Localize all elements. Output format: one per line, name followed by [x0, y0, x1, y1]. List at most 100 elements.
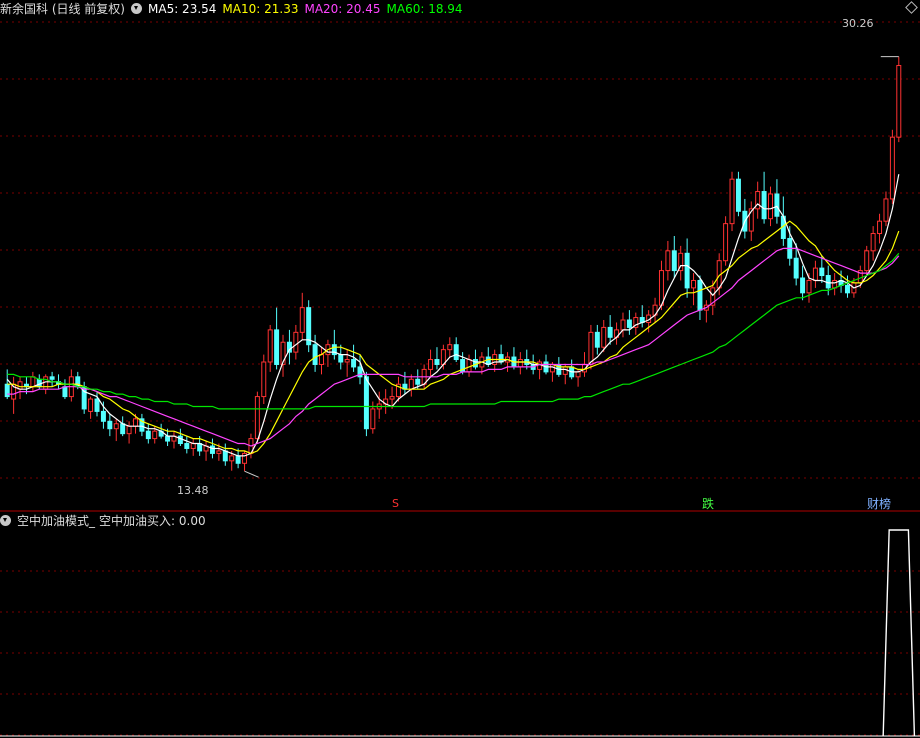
candle-body — [165, 435, 171, 442]
candle-body — [344, 359, 350, 363]
low-marker-line — [244, 470, 259, 478]
candle-body — [472, 359, 478, 368]
candle-body — [62, 386, 68, 398]
candle-body — [94, 398, 100, 412]
candle-body — [723, 223, 729, 262]
candle-body — [774, 193, 780, 217]
tag-caibang[interactable]: 财榜 — [867, 495, 891, 512]
candle-body — [453, 344, 459, 361]
candle-body — [190, 443, 196, 449]
candle-body — [768, 193, 773, 220]
ma-line-ma60 — [7, 252, 900, 410]
candle-body — [306, 307, 312, 346]
candle-body — [665, 250, 671, 272]
candle-body — [517, 359, 523, 368]
ma60-legend: MA60: 18.94 — [386, 2, 463, 16]
candle-body — [209, 445, 215, 454]
candle-body — [229, 455, 235, 462]
indicator-name[interactable]: 空中加油模式_ — [17, 514, 95, 528]
candle-body — [697, 279, 703, 311]
candle-body — [43, 376, 49, 390]
indicator-header: 空中加油模式_ 空中加油买入: 0.00 — [0, 512, 212, 530]
candle-body — [806, 279, 812, 294]
indicator-value: 空中加油买入: 0.00 — [99, 514, 206, 528]
candle-body — [870, 233, 876, 252]
candle-body — [36, 378, 42, 388]
candle-body — [408, 378, 414, 390]
candle-body — [222, 450, 228, 462]
candle-body — [299, 307, 305, 333]
candle-body — [889, 136, 895, 200]
candle-body — [415, 378, 421, 385]
candle-body — [267, 329, 273, 363]
indicator-dropdown-icon[interactable] — [0, 515, 11, 526]
candle-body — [620, 319, 626, 331]
candle-body — [800, 277, 806, 294]
candle-body — [293, 331, 299, 353]
stock-chart[interactable] — [0, 0, 920, 738]
candle-body — [877, 220, 883, 235]
candle-body — [844, 284, 850, 294]
ma5-legend: MA5: 23.54 — [148, 2, 217, 16]
tag-die[interactable]: 跌 — [702, 495, 714, 512]
candle-body — [235, 455, 241, 464]
candle-body — [126, 425, 132, 435]
candle-body — [658, 270, 664, 306]
candle-body — [466, 359, 472, 373]
candle-body — [338, 354, 344, 363]
dropdown-icon[interactable] — [131, 3, 142, 14]
candle-body — [537, 361, 543, 370]
candle-body — [684, 252, 690, 289]
candle-body — [351, 359, 357, 368]
candle-body — [812, 267, 818, 281]
candle-body — [113, 423, 119, 430]
ma10-legend: MA10: 21.33 — [222, 2, 299, 16]
candle-body — [133, 418, 138, 427]
candle-body — [107, 420, 113, 430]
high-price-label: 30.26 — [842, 17, 874, 30]
candle-body — [4, 383, 10, 398]
candle-body — [254, 396, 260, 440]
candle-body — [607, 326, 613, 338]
candle-body — [588, 331, 594, 365]
candle-body — [49, 376, 55, 380]
candle-body — [184, 443, 190, 449]
candle-body — [761, 191, 767, 220]
candle-body — [691, 279, 697, 289]
candle-body — [145, 430, 151, 440]
indicator-pulse — [882, 529, 916, 737]
candle-body — [177, 435, 183, 445]
stock-title[interactable]: 新余国科 (日线 前复权) — [0, 2, 125, 16]
tag-s[interactable]: S — [392, 497, 399, 510]
candle-body — [793, 257, 799, 279]
low-price-label: 13.48 — [177, 484, 209, 497]
candle-body — [434, 359, 440, 365]
candle-body — [261, 361, 267, 398]
ma20-legend: MA20: 20.45 — [304, 2, 381, 16]
candle-body — [671, 250, 677, 272]
candle-body — [370, 408, 376, 430]
candle-body — [575, 371, 581, 378]
candle-body — [30, 376, 36, 388]
candle-body — [601, 326, 607, 348]
candle-body — [729, 178, 735, 225]
candle-body — [562, 366, 568, 375]
candle-body — [312, 344, 318, 365]
candle-body — [152, 430, 158, 440]
candle-body — [428, 359, 434, 370]
candle-body — [594, 331, 600, 348]
candle-body — [864, 250, 870, 272]
candle-body — [626, 319, 632, 328]
candle-body — [819, 267, 825, 277]
candle-body — [319, 354, 324, 365]
candle-body — [216, 450, 222, 454]
candle-body — [120, 423, 126, 435]
candle-body — [274, 329, 280, 365]
candle-body — [100, 410, 106, 422]
main-chart-header: 新余国科 (日线 前复权) MA5: 23.54 MA10: 21.33 MA20: … — [0, 0, 469, 18]
candle-body — [735, 178, 741, 212]
candle-body — [363, 376, 369, 430]
candle-body — [896, 65, 902, 138]
candle-body — [883, 198, 889, 222]
candle-body — [88, 398, 94, 412]
